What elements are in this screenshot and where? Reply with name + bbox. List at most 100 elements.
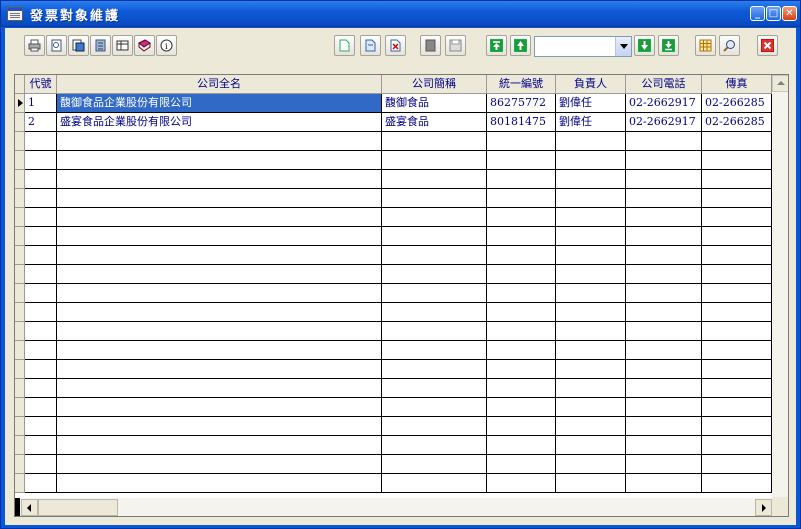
column-header[interactable]: 公司簡稱 <box>382 75 487 94</box>
cancel-button[interactable] <box>420 35 441 56</box>
table-cell[interactable] <box>556 360 626 379</box>
table-cell[interactable]: 盛宴食品企業股份有限公司 <box>57 113 382 132</box>
table-cell[interactable] <box>626 436 702 455</box>
table-cell[interactable] <box>556 265 626 284</box>
table-cell[interactable] <box>25 398 57 417</box>
table-row[interactable] <box>15 227 772 246</box>
table-cell[interactable] <box>626 189 702 208</box>
table-cell[interactable] <box>626 474 702 493</box>
table-cell[interactable] <box>556 379 626 398</box>
table-cell[interactable] <box>382 398 487 417</box>
table-cell[interactable]: 80181475 <box>487 113 556 132</box>
table-cell[interactable]: 02-2662917 <box>626 94 702 113</box>
table-row[interactable] <box>15 436 772 455</box>
table-cell[interactable] <box>57 170 382 189</box>
table-cell[interactable] <box>702 132 772 151</box>
table-cell[interactable] <box>487 398 556 417</box>
table-cell[interactable] <box>57 379 382 398</box>
row-indicator[interactable] <box>15 341 25 360</box>
table-cell[interactable]: 02-266285 <box>702 94 772 113</box>
table-cell[interactable] <box>702 436 772 455</box>
column-header[interactable]: 統一編號 <box>487 75 556 94</box>
table-cell[interactable] <box>556 189 626 208</box>
search-combo[interactable] <box>534 36 632 57</box>
table-cell[interactable] <box>626 455 702 474</box>
table-cell[interactable] <box>626 341 702 360</box>
table-cell[interactable] <box>382 208 487 227</box>
table-cell[interactable] <box>702 284 772 303</box>
table-cell[interactable] <box>25 189 57 208</box>
table-row[interactable]: 2 盛宴食品企業股份有限公司 盛宴食品 80181475 劉偉任 02-2662917 02… <box>15 113 772 132</box>
table-row[interactable] <box>15 170 772 189</box>
table-cell[interactable] <box>25 360 57 379</box>
table-cell[interactable] <box>25 208 57 227</box>
table-cell[interactable] <box>626 151 702 170</box>
table-cell[interactable] <box>556 246 626 265</box>
table-cell[interactable] <box>382 246 487 265</box>
table-cell[interactable] <box>25 132 57 151</box>
row-indicator[interactable] <box>15 360 25 379</box>
row-indicator[interactable] <box>15 132 25 151</box>
table-button[interactable] <box>112 35 133 56</box>
table-row[interactable] <box>15 417 772 436</box>
table-cell[interactable] <box>382 474 487 493</box>
table-cell[interactable] <box>25 474 57 493</box>
table-row[interactable] <box>15 398 772 417</box>
grid-view-button[interactable] <box>695 35 716 56</box>
print-preview-button[interactable] <box>46 35 67 56</box>
table-cell[interactable] <box>382 151 487 170</box>
table-cell[interactable] <box>702 417 772 436</box>
table-cell[interactable] <box>382 170 487 189</box>
table-cell[interactable] <box>25 246 57 265</box>
table-cell[interactable] <box>57 208 382 227</box>
row-indicator[interactable] <box>15 379 25 398</box>
row-indicator[interactable] <box>15 455 25 474</box>
table-cell[interactable] <box>487 322 556 341</box>
table-cell[interactable] <box>556 151 626 170</box>
table-cell[interactable] <box>626 417 702 436</box>
print-button[interactable] <box>24 35 45 56</box>
row-indicator[interactable] <box>15 246 25 265</box>
edit-record-button[interactable] <box>360 35 381 56</box>
table-cell[interactable] <box>487 227 556 246</box>
row-indicator[interactable] <box>15 94 25 113</box>
row-indicator[interactable] <box>15 303 25 322</box>
close-button[interactable]: ✕ <box>782 6 797 21</box>
table-cell[interactable] <box>487 265 556 284</box>
scroll-left-button[interactable] <box>21 499 38 516</box>
table-cell[interactable] <box>57 265 382 284</box>
table-cell[interactable] <box>487 455 556 474</box>
table-cell[interactable] <box>382 341 487 360</box>
table-cell[interactable] <box>382 455 487 474</box>
table-cell[interactable] <box>556 474 626 493</box>
table-cell[interactable] <box>702 322 772 341</box>
table-cell[interactable] <box>626 265 702 284</box>
title-bar[interactable]: 發票對象維護 _ □ ✕ <box>1 1 800 27</box>
row-indicator[interactable] <box>15 151 25 170</box>
table-cell[interactable] <box>626 303 702 322</box>
row-indicator[interactable] <box>15 417 25 436</box>
row-indicator[interactable] <box>15 113 25 132</box>
info-button[interactable]: i <box>156 35 177 56</box>
row-indicator[interactable] <box>15 170 25 189</box>
table-cell[interactable] <box>487 189 556 208</box>
table-cell[interactable] <box>556 341 626 360</box>
table-row[interactable] <box>15 284 772 303</box>
table-cell[interactable] <box>626 322 702 341</box>
table-cell[interactable] <box>57 151 382 170</box>
table-cell[interactable] <box>57 246 382 265</box>
book-button[interactable] <box>134 35 155 56</box>
table-cell[interactable] <box>57 284 382 303</box>
scroll-right-button[interactable] <box>755 499 772 516</box>
table-cell[interactable] <box>702 208 772 227</box>
table-cell[interactable]: 劉偉任 <box>556 113 626 132</box>
table-cell[interactable] <box>57 360 382 379</box>
table-cell[interactable] <box>57 227 382 246</box>
table-cell[interactable] <box>57 455 382 474</box>
table-cell[interactable] <box>57 303 382 322</box>
table-cell[interactable] <box>382 417 487 436</box>
table-cell[interactable] <box>556 284 626 303</box>
table-cell[interactable] <box>556 322 626 341</box>
table-cell[interactable]: 02-2662917 <box>626 113 702 132</box>
table-cell[interactable] <box>702 398 772 417</box>
